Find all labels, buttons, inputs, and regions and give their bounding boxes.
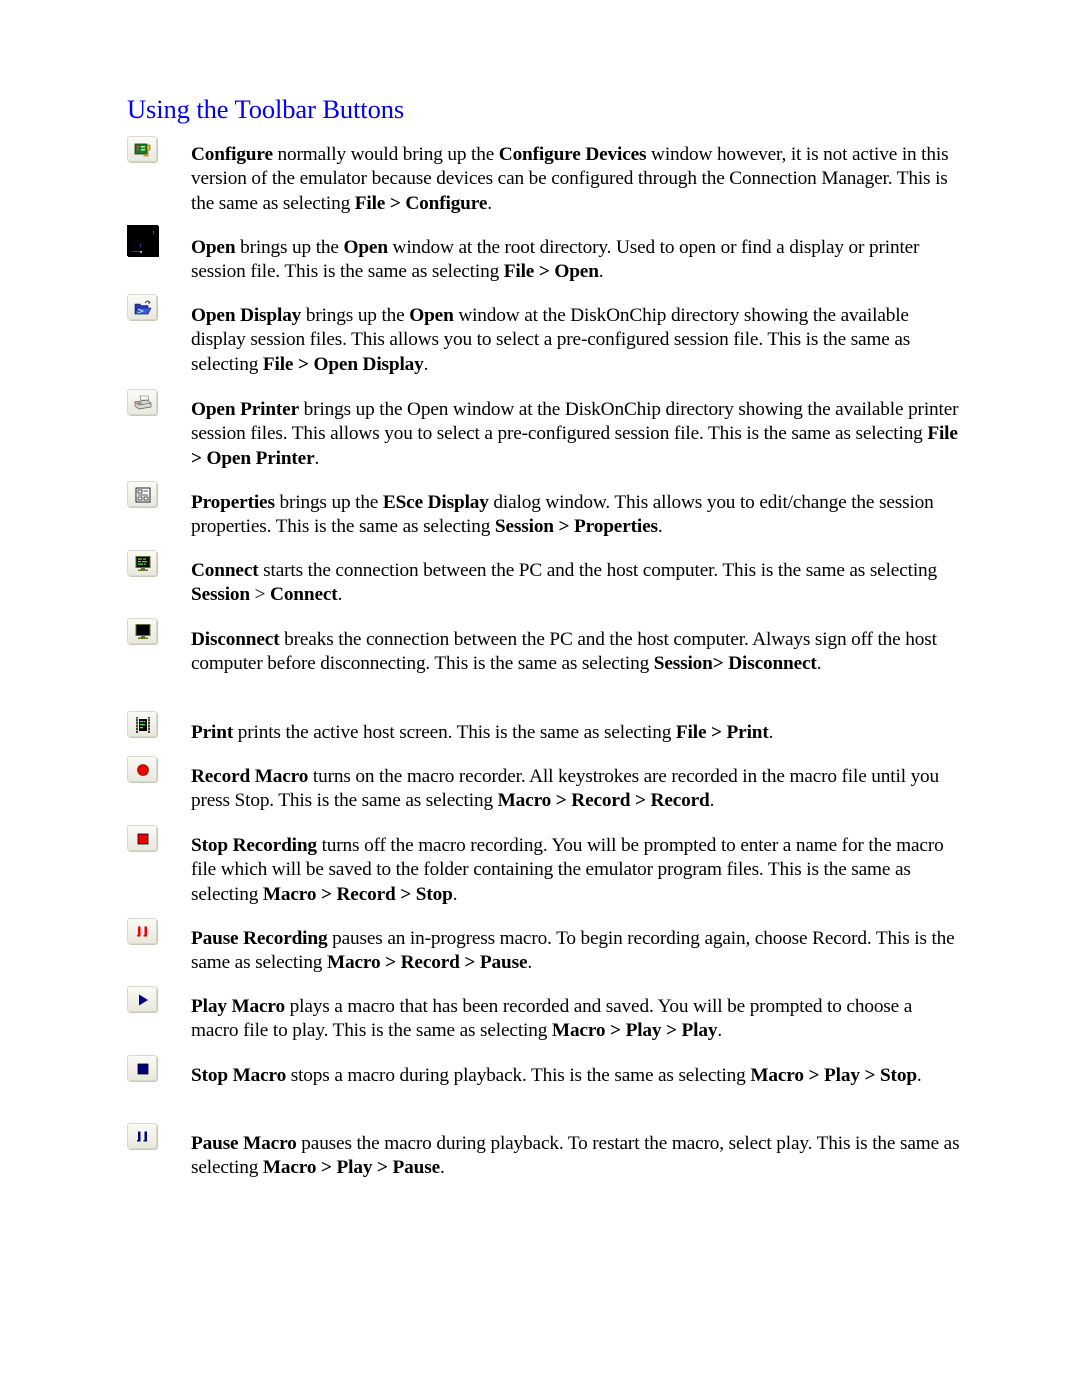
entry-description: Stop Recording turns off the macro recor…	[191, 834, 961, 907]
bold-term: File > Print	[675, 722, 769, 743]
entry-description: Record Macro turns on the macro recorder…	[191, 765, 961, 814]
description-text: brings up the Open window at the DiskOnC…	[191, 399, 959, 445]
pause-recording-icon	[127, 918, 157, 944]
open-icon	[127, 225, 159, 257]
entry-description: Pause Recording pauses an in-progress ma…	[191, 927, 961, 976]
bold-term: Macro > Record > Stop	[262, 883, 453, 905]
bold-term: Record Macro	[191, 766, 309, 787]
configure-devices-icon	[127, 136, 157, 162]
bold-term: Session	[191, 584, 250, 606]
stop-recording-icon	[127, 825, 157, 851]
entry-description: Connect starts the connection between th…	[191, 559, 961, 608]
bold-term: Play Macro	[191, 996, 285, 1017]
open-printer-icon	[127, 389, 157, 415]
bold-term: Macro > Record > Pause	[326, 952, 528, 974]
bold-term: Macro > Play > Stop	[750, 1065, 917, 1086]
description-text: .	[717, 1020, 723, 1042]
bold-term: Open	[191, 237, 236, 258]
bold-term: Macro > Play > Play	[551, 1020, 718, 1042]
entry-description: Configure normally would bring up the Co…	[191, 143, 961, 216]
bold-term: Stop Recording	[191, 835, 317, 856]
bold-term: File > Configure	[354, 192, 488, 214]
bold-term: Configure Devices	[498, 144, 647, 165]
bold-term: Configure	[191, 144, 273, 165]
bold-term: Session > Properties	[494, 516, 658, 538]
description-text: normally would bring up the	[272, 144, 499, 165]
entry-description: Open Printer brings up the Open window a…	[191, 398, 961, 471]
entry-description: Disconnect breaks the connection between…	[191, 628, 961, 677]
print-screen-icon	[127, 711, 157, 737]
bold-term: Macro > Record > Record	[497, 790, 710, 812]
bold-term: File > Open Display	[262, 353, 424, 375]
bold-term: Disconnect	[191, 629, 280, 650]
description-text: breaks the connection between the PC and…	[191, 629, 937, 675]
description-text: prints the active host screen. This is t…	[233, 722, 676, 743]
description-text: brings up the	[235, 237, 344, 258]
description-text: .	[709, 790, 715, 812]
bold-term: Session> Disconnect	[653, 653, 817, 675]
bold-term: Stop Macro	[191, 1065, 287, 1086]
description-text: .	[337, 584, 343, 606]
description-text: >	[249, 584, 271, 606]
entry-description: Print prints the active host screen. Thi…	[191, 721, 961, 745]
entry-description: Play Macro plays a macro that has been r…	[191, 995, 961, 1044]
bold-term: Pause Macro	[191, 1133, 297, 1154]
description-text: stops a macro during playback. This is t…	[286, 1065, 751, 1086]
description-text: brings up the	[274, 492, 383, 513]
bold-term: Connect	[191, 560, 259, 581]
description-text: .	[487, 192, 492, 214]
description-text: starts the connection between the PC and…	[258, 560, 938, 581]
record-macro-icon	[127, 756, 157, 782]
description-text: .	[916, 1065, 922, 1086]
bold-term: Open	[409, 305, 454, 326]
play-macro-icon	[127, 986, 157, 1012]
bold-term: Open	[343, 237, 388, 258]
description-text: .	[816, 653, 822, 675]
bold-term: File > Open	[503, 261, 599, 283]
description-text: .	[657, 516, 663, 538]
description-text: .	[598, 261, 604, 283]
description-text: .	[527, 952, 533, 974]
bold-term: Open Printer	[191, 399, 299, 420]
page-title: Using the Toolbar Buttons	[127, 94, 405, 124]
bold-term: ESce Display	[382, 492, 489, 513]
bold-term: Open Display	[191, 305, 302, 326]
properties-icon	[127, 481, 157, 507]
description-text: .	[452, 883, 458, 905]
bold-term: Macro > Play > Pause	[262, 1157, 440, 1179]
description-text: .	[314, 447, 320, 469]
entry-description: Pause Macro pauses the macro during play…	[191, 1132, 961, 1181]
connect-monitor-icon	[127, 550, 157, 576]
description-text: .	[768, 722, 774, 743]
description-text: .	[423, 353, 429, 375]
entry-description: Open brings up the Open window at the ro…	[191, 236, 961, 285]
pause-macro-icon	[127, 1123, 157, 1149]
disconnect-monitor-icon	[127, 618, 157, 644]
bold-term: Connect	[270, 584, 338, 606]
entry-description: Properties brings up the ESce Display di…	[191, 491, 961, 540]
bold-term: Properties	[191, 492, 275, 513]
open-display-folder-icon	[127, 294, 157, 320]
bold-term: Print	[191, 722, 234, 743]
stop-macro-icon	[127, 1055, 157, 1081]
bold-term: Pause Recording	[191, 928, 328, 949]
description-text: brings up the	[301, 305, 410, 326]
entry-description: Stop Macro stops a macro during playback…	[191, 1064, 961, 1088]
entry-description: Open Display brings up the Open window a…	[191, 304, 961, 377]
description-text: .	[439, 1157, 445, 1179]
